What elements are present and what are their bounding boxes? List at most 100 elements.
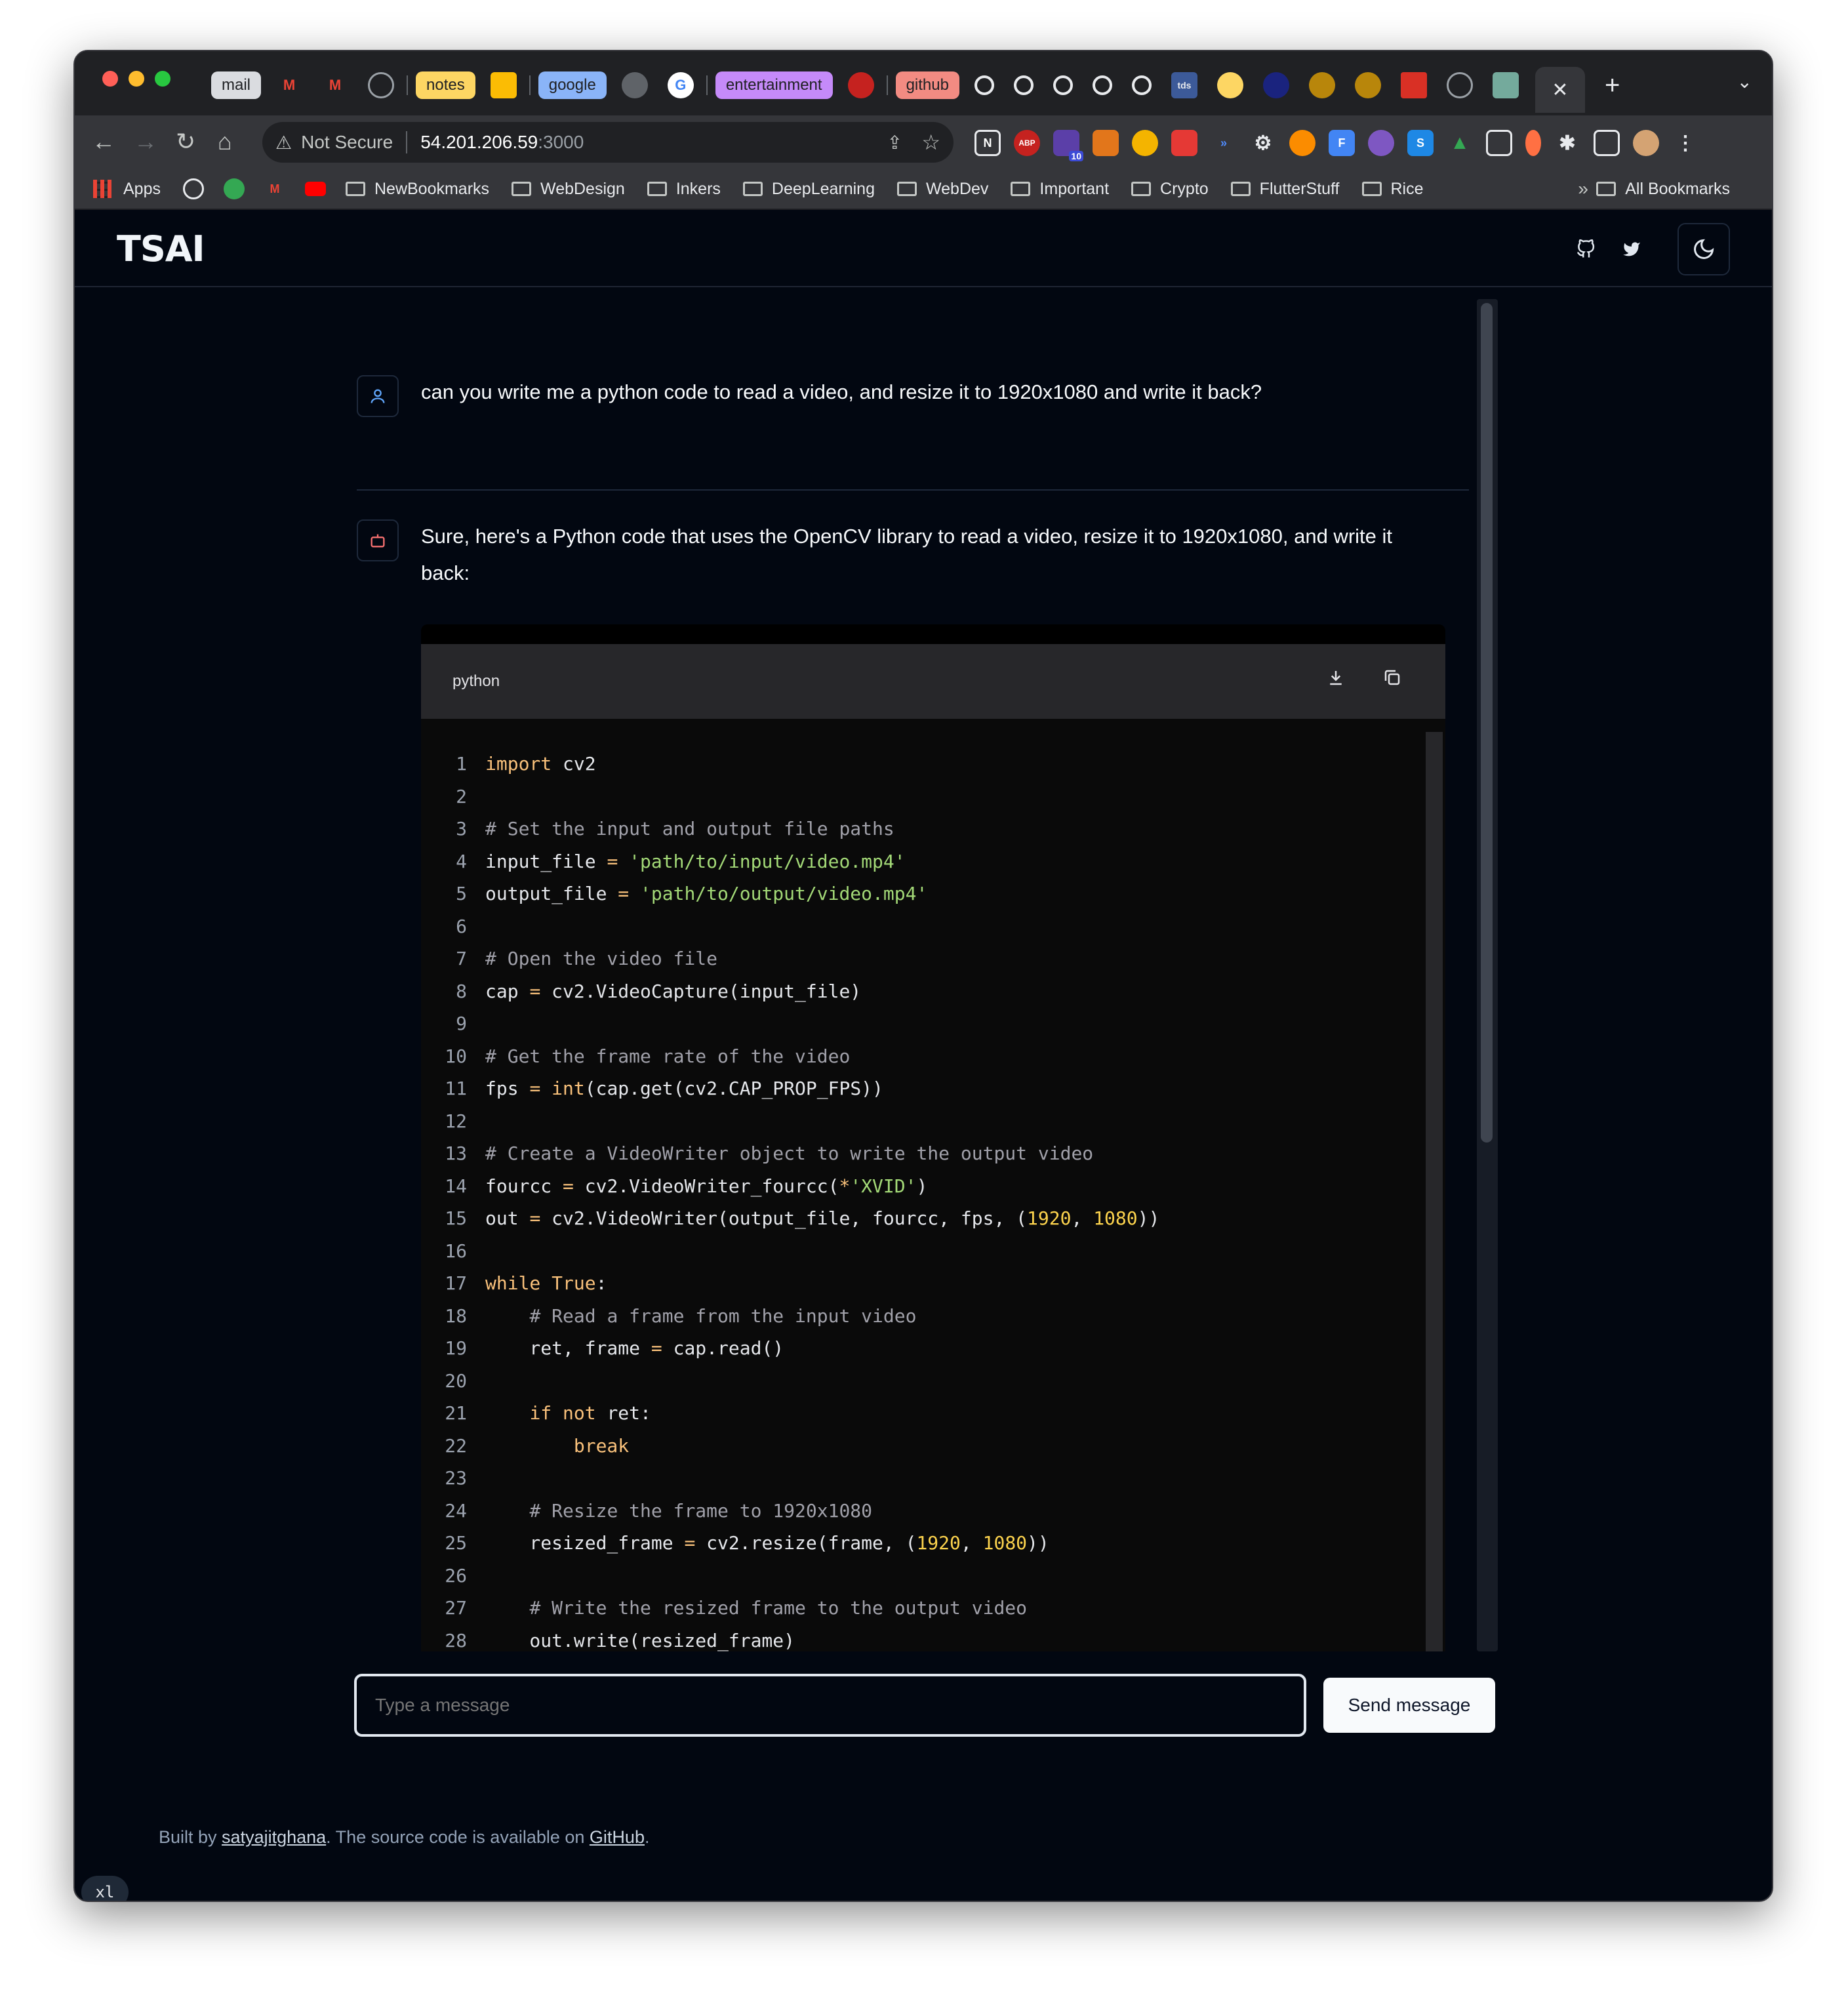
message-input[interactable] bbox=[354, 1674, 1306, 1737]
folder-icon bbox=[512, 182, 532, 196]
github-icon[interactable] bbox=[1092, 75, 1112, 95]
bookmark-folder[interactable]: Inkers bbox=[647, 180, 721, 199]
code-scrollbar[interactable] bbox=[1426, 732, 1443, 1651]
share-icon[interactable]: ⇪ bbox=[887, 132, 902, 153]
menu-kebab-icon[interactable]: ⋮ bbox=[1672, 130, 1698, 156]
notion-icon[interactable]: N bbox=[974, 130, 1001, 156]
back-icon[interactable]: ← bbox=[92, 129, 115, 155]
bookmark-folder[interactable]: DeepLearning bbox=[742, 180, 875, 199]
site-icon[interactable] bbox=[1400, 72, 1427, 98]
site-icon[interactable] bbox=[1446, 72, 1473, 98]
tab-group-mail[interactable]: mail bbox=[211, 71, 262, 99]
folder-icon bbox=[1131, 182, 1152, 196]
bookmark-folder[interactable]: Rice bbox=[1361, 180, 1424, 199]
google-icon[interactable]: G bbox=[667, 72, 694, 98]
metamask-icon[interactable] bbox=[1093, 130, 1119, 156]
tab-group-entertainment[interactable]: entertainment bbox=[715, 71, 833, 99]
whatsapp-icon[interactable] bbox=[223, 178, 245, 199]
site-icon[interactable] bbox=[1308, 72, 1335, 98]
scrollbar-thumb[interactable] bbox=[1481, 303, 1493, 1143]
send-message-button[interactable]: Send message bbox=[1323, 1678, 1495, 1733]
tab-search-icon[interactable]: ⌄ bbox=[1737, 71, 1752, 92]
tab-group-notes[interactable]: notes bbox=[416, 71, 475, 99]
close-tab-icon[interactable]: ✕ bbox=[1552, 79, 1568, 102]
bookmark-folder[interactable]: NewBookmarks bbox=[345, 180, 489, 199]
bookmark-star-icon[interactable]: ☆ bbox=[921, 130, 940, 155]
tab-strip: mail M M notes google G entertainment gi… bbox=[75, 51, 1772, 115]
new-tab-button[interactable]: + bbox=[1605, 71, 1620, 100]
warning-icon[interactable]: ⚠ bbox=[275, 132, 292, 153]
gmail-icon[interactable]: M bbox=[264, 178, 285, 199]
code-line: 8 cap = cv2.VideoCapture(input_file) bbox=[421, 975, 1426, 1008]
extension-icon[interactable] bbox=[1486, 130, 1512, 156]
tab-group-github[interactable]: github bbox=[895, 71, 959, 99]
theme-toggle-button[interactable] bbox=[1677, 223, 1730, 275]
close-window-button[interactable] bbox=[102, 71, 118, 87]
chat-panel: can you write me a python code to read a… bbox=[357, 299, 1504, 1651]
twitter-icon[interactable] bbox=[1613, 231, 1650, 268]
tab-group-google[interactable]: google bbox=[538, 71, 607, 99]
all-bookmarks[interactable]: All Bookmarks bbox=[1596, 180, 1730, 199]
profile-avatar[interactable] bbox=[1633, 130, 1659, 156]
keep-icon[interactable] bbox=[490, 72, 517, 98]
github-icon[interactable] bbox=[1567, 231, 1604, 268]
bookmark-folder[interactable]: Important bbox=[1011, 180, 1109, 199]
download-icon[interactable] bbox=[1326, 668, 1346, 693]
extension-icon[interactable]: ▲ bbox=[1447, 130, 1473, 156]
extension-icon[interactable] bbox=[1132, 130, 1158, 156]
settings-gear-icon[interactable]: ⚙ bbox=[1250, 130, 1276, 156]
extension-icon[interactable] bbox=[1171, 130, 1197, 156]
youtube-icon[interactable] bbox=[304, 182, 326, 196]
chatgpt-icon[interactable] bbox=[1492, 72, 1519, 98]
extension-icon[interactable]: S bbox=[1407, 130, 1434, 156]
gmail-icon[interactable]: M bbox=[276, 72, 302, 98]
bookmark-folder[interactable]: WebDesign bbox=[512, 180, 625, 199]
github-repo-link[interactable]: GitHub bbox=[590, 1827, 645, 1847]
site-icon[interactable] bbox=[1216, 72, 1243, 98]
github-icon[interactable] bbox=[1053, 75, 1073, 95]
code-line: 15 out = cv2.VideoWriter(output_file, fou… bbox=[421, 1202, 1426, 1235]
reload-icon[interactable]: ↻ bbox=[176, 129, 195, 155]
gmail-icon[interactable]: M bbox=[322, 72, 348, 98]
code-content[interactable]: 1 import cv2 2 3 # Set the input and output … bbox=[421, 719, 1426, 1651]
extension-icon[interactable]: 10 bbox=[1053, 130, 1083, 161]
bookmark-folder[interactable]: FlutterStuff bbox=[1230, 180, 1340, 199]
line-number: 23 bbox=[445, 1467, 467, 1489]
site-icon[interactable] bbox=[368, 72, 395, 98]
puzzle-icon[interactable]: ✱ bbox=[1554, 130, 1580, 156]
forward-icon[interactable]: → bbox=[134, 129, 157, 155]
minimize-window-button[interactable] bbox=[129, 71, 144, 87]
youtube-icon[interactable] bbox=[847, 72, 874, 98]
sidepanel-icon[interactable] bbox=[1594, 130, 1620, 156]
adblock-icon[interactable]: ABP bbox=[1014, 130, 1040, 156]
home-icon[interactable]: ⌂ bbox=[218, 129, 232, 155]
extension-icon[interactable] bbox=[1368, 130, 1394, 156]
security-status[interactable]: Not Secure bbox=[301, 132, 393, 153]
site-icon[interactable] bbox=[1354, 72, 1381, 98]
bookmark-folder[interactable]: Crypto bbox=[1131, 180, 1209, 199]
github-icon[interactable] bbox=[182, 178, 204, 199]
active-tab[interactable]: ✕ bbox=[1535, 67, 1585, 113]
line-number: 27 bbox=[445, 1597, 467, 1619]
address-bar[interactable]: ⚠ Not Secure 54.201.206.59 :3000 ⇪ ☆ bbox=[262, 122, 954, 163]
site-icon[interactable] bbox=[621, 72, 648, 98]
copy-icon[interactable] bbox=[1382, 668, 1402, 693]
chat-scrollbar[interactable] bbox=[1477, 299, 1498, 1651]
code-text: # Open the video file bbox=[485, 948, 718, 969]
extension-icon[interactable] bbox=[1525, 130, 1541, 156]
bookmark-apps[interactable]: Apps bbox=[93, 180, 161, 199]
site-icon[interactable] bbox=[1262, 72, 1289, 98]
author-link[interactable]: satyajitghana bbox=[222, 1827, 326, 1847]
site-icon[interactable]: tds bbox=[1171, 72, 1197, 98]
github-icon[interactable] bbox=[974, 75, 994, 95]
extension-icon[interactable] bbox=[1289, 130, 1316, 156]
github-icon[interactable] bbox=[1131, 75, 1152, 95]
code-line: 5 output_file = 'path/to/output/video.mp4… bbox=[421, 878, 1426, 910]
github-icon[interactable] bbox=[1013, 75, 1034, 95]
logo[interactable]: TSAI bbox=[117, 228, 205, 270]
extension-icon[interactable]: F bbox=[1329, 130, 1355, 156]
extension-icon[interactable]: » bbox=[1211, 130, 1237, 156]
bookmarks-overflow-icon[interactable]: » bbox=[1578, 178, 1588, 199]
bookmark-folder[interactable]: WebDev bbox=[897, 180, 988, 199]
maximize-window-button[interactable] bbox=[155, 71, 171, 87]
